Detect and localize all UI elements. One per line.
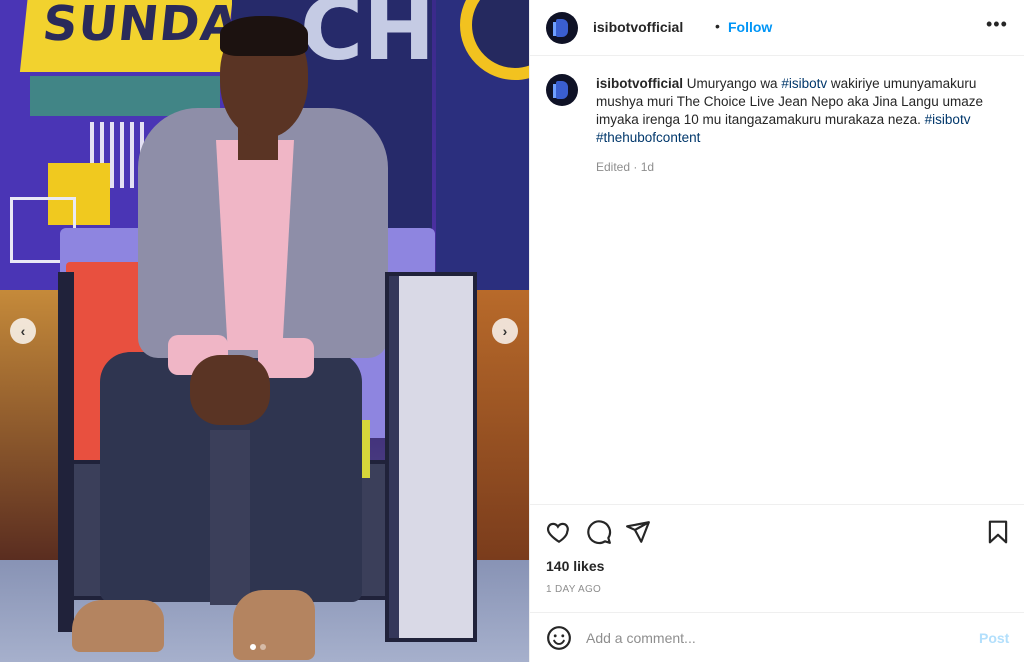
post-timestamp[interactable]: 1 DAY AGO xyxy=(546,584,601,595)
hashtag-link[interactable]: #isibotv xyxy=(781,76,827,91)
hashtag-link[interactable]: #thehubofcontent xyxy=(596,130,700,145)
action-bar xyxy=(530,504,1024,554)
comment-bar: Post xyxy=(530,612,1024,662)
heart-icon[interactable] xyxy=(546,519,572,545)
separator-dot: • xyxy=(715,18,720,34)
hashtag-link[interactable]: #isibotv xyxy=(925,112,971,127)
chair-left-arm xyxy=(58,272,74,632)
carousel-dot xyxy=(260,644,266,650)
post-header: isibotvofficial • Follow ••• xyxy=(530,0,1024,56)
carousel-next-button[interactable]: › xyxy=(492,318,518,344)
person-hands xyxy=(190,355,270,425)
carousel-prev-button[interactable]: ‹ xyxy=(10,318,36,344)
caption-username[interactable]: isibotvofficial xyxy=(596,76,683,91)
carousel-dots xyxy=(250,644,266,650)
likes-count[interactable]: 140 likes xyxy=(546,558,604,574)
post-button[interactable]: Post xyxy=(979,630,1009,646)
avatar[interactable] xyxy=(546,12,578,44)
caption-text: Umuryango wa xyxy=(686,76,782,91)
more-options-icon[interactable]: ••• xyxy=(986,14,1008,35)
caption-avatar[interactable] xyxy=(546,74,578,106)
sunday-banner: SUNDAY xyxy=(19,0,273,72)
person-shirt xyxy=(216,140,294,350)
comment-input[interactable] xyxy=(586,628,956,648)
header-username[interactable]: isibotvofficial xyxy=(593,19,683,35)
comment-icon[interactable] xyxy=(586,519,612,545)
post-photo[interactable]: SUNDAY CH ‹ › xyxy=(0,0,529,662)
person-leg-gap xyxy=(210,430,250,605)
person-right-shoe xyxy=(233,590,315,660)
emoji-icon[interactable] xyxy=(546,625,572,651)
carousel-dot xyxy=(250,644,256,650)
share-icon[interactable] xyxy=(625,519,651,545)
person-left-shoe xyxy=(72,600,164,652)
post-side-pane: isibotvofficial • Follow ••• isibotvoffi… xyxy=(529,0,1024,662)
bookmark-icon[interactable] xyxy=(985,519,1011,545)
post-caption: isibotvofficial Umuryango wa #isibotv wa… xyxy=(596,75,1006,147)
person-hair xyxy=(220,16,308,56)
backdrop-letters: CH xyxy=(300,0,436,80)
follow-button[interactable]: Follow xyxy=(728,19,772,35)
caption-meta: Edited · 1d xyxy=(596,160,655,174)
chair-right-arm xyxy=(385,272,477,642)
